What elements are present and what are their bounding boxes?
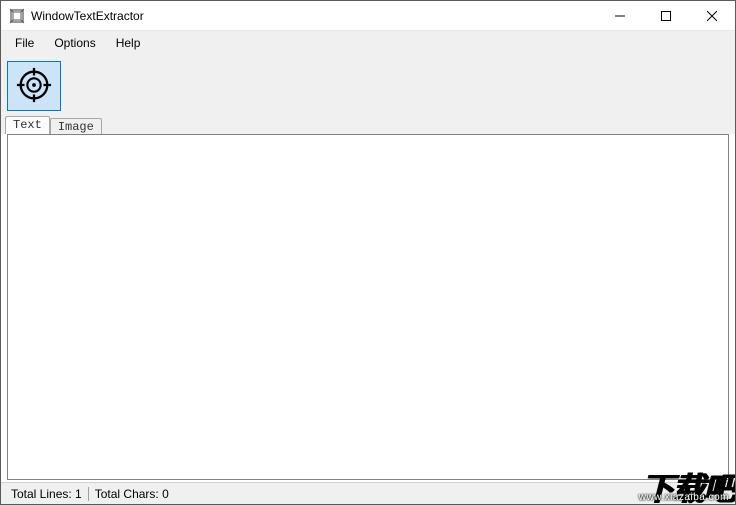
target-finder-button[interactable]	[7, 61, 61, 111]
app-icon	[9, 8, 25, 24]
title-bar: WindowTextExtractor	[1, 1, 735, 31]
toolbar	[1, 55, 735, 115]
menu-file[interactable]: File	[5, 33, 44, 53]
total-lines-label: Total Lines:	[11, 487, 72, 501]
status-total-lines: Total Lines: 1	[5, 487, 88, 501]
total-chars-label: Total Chars:	[95, 487, 159, 501]
tab-text[interactable]: Text	[5, 116, 50, 134]
total-chars-value: 0	[162, 487, 169, 501]
menu-help[interactable]: Help	[106, 33, 151, 53]
close-button[interactable]	[689, 1, 735, 31]
tab-image[interactable]: Image	[50, 118, 102, 135]
menu-options[interactable]: Options	[44, 33, 105, 53]
status-bar: Total Lines: 1 Total Chars: 0	[1, 482, 735, 504]
minimize-button[interactable]	[597, 1, 643, 31]
menu-bar: File Options Help	[1, 31, 735, 55]
maximize-button[interactable]	[643, 1, 689, 31]
content-panel	[7, 134, 729, 480]
crosshair-icon	[15, 66, 53, 107]
window-title: WindowTextExtractor	[31, 9, 144, 23]
tab-strip: Text Image	[1, 115, 735, 134]
extracted-text-area[interactable]	[10, 137, 726, 477]
status-total-chars: Total Chars: 0	[89, 487, 175, 501]
text-scroll-area[interactable]	[10, 137, 726, 477]
total-lines-value: 1	[75, 487, 82, 501]
